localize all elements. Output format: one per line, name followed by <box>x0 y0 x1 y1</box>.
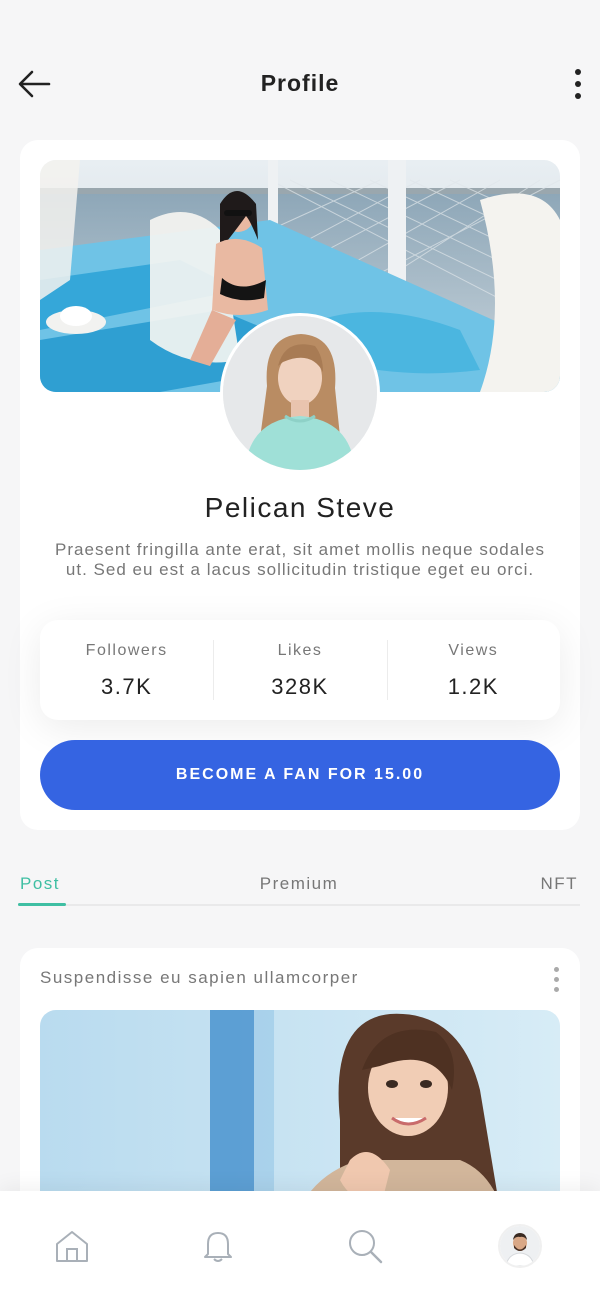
stat-followers[interactable]: Followers 3.7K <box>40 640 213 700</box>
stat-label: Followers <box>85 642 168 659</box>
stat-value: 328K <box>271 674 329 699</box>
nav-home[interactable] <box>47 1221 97 1271</box>
tab-nft[interactable]: NFT <box>540 874 578 894</box>
more-vertical-icon <box>553 966 559 972</box>
tab-premium[interactable]: Premium <box>239 874 359 894</box>
stats-panel: Followers 3.7K Likes 328K Views 1.2K <box>40 620 560 720</box>
stat-views[interactable]: Views 1.2K <box>386 640 560 700</box>
top-bar: Profile <box>0 56 600 112</box>
user-avatar-photo <box>500 1226 540 1266</box>
profile-photo <box>223 316 377 470</box>
profile-screen: Profile Pelican Steve Praesent fringilla… <box>0 0 600 1299</box>
page-title: Profile <box>260 70 340 96</box>
bottom-navigation <box>0 1191 600 1299</box>
stat-label: Views <box>448 642 499 659</box>
search-icon <box>349 1230 383 1264</box>
stat-label: Likes <box>277 642 323 659</box>
bell-icon <box>204 1232 232 1262</box>
stat-value: 3.7K <box>101 674 153 699</box>
post-more-button[interactable] <box>544 962 568 996</box>
become-fan-button[interactable]: BECOME A FAN FOR 15.00 <box>40 740 560 810</box>
nav-search[interactable] <box>340 1221 390 1271</box>
post-title: Suspendisse eu sapien ullamcorper <box>40 968 359 987</box>
stat-likes[interactable]: Likes 328K <box>213 640 386 700</box>
tab-post[interactable]: Post <box>20 874 60 894</box>
stat-value: 1.2K <box>447 674 499 699</box>
active-tab-indicator <box>18 903 66 906</box>
profile-name: Pelican Steve <box>204 492 396 523</box>
nav-profile[interactable] <box>495 1221 545 1271</box>
more-options-button[interactable] <box>566 66 590 102</box>
more-vertical-icon <box>575 69 581 75</box>
home-icon <box>56 1231 88 1262</box>
content-tabs: Post Premium NFT <box>18 870 580 906</box>
profile-bio: Praesent fringilla ante erat, sit amet m… <box>55 540 545 579</box>
nav-notifications[interactable] <box>193 1221 243 1271</box>
user-avatar <box>498 1224 542 1268</box>
profile-avatar[interactable] <box>220 313 380 473</box>
profile-card: Pelican Steve Praesent fringilla ante er… <box>20 140 580 830</box>
